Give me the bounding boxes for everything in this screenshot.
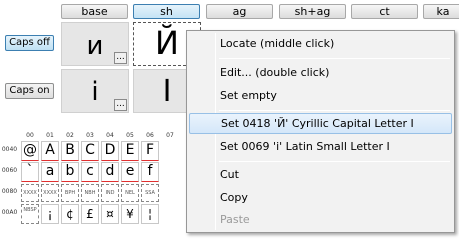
grid-cell[interactable]: C: [81, 141, 99, 161]
grid-cell[interactable]: b: [61, 162, 79, 182]
grid-cell[interactable]: BPH: [61, 184, 79, 202]
grid-col-header: 01: [46, 132, 54, 139]
grid-cell[interactable]: f: [141, 162, 159, 182]
menu-item-edit[interactable]: Edit... (double click): [189, 63, 452, 84]
caps-off-button[interactable]: Caps off: [5, 35, 54, 51]
grid-cell[interactable]: @: [21, 141, 39, 161]
grid-cell[interactable]: NBH: [81, 184, 99, 202]
grid-cell[interactable]: ¡: [41, 204, 59, 224]
grid-cell[interactable]: B: [61, 141, 79, 161]
grid-col-header: 06: [146, 132, 154, 139]
grid-cell[interactable]: ¢: [61, 204, 79, 224]
grid-cell[interactable]: £: [81, 204, 99, 224]
grid-row-header: 0040: [1, 146, 18, 153]
grid-cell[interactable]: c: [81, 162, 99, 182]
grid-cell[interactable]: XXXX: [21, 184, 39, 202]
grid-cell[interactable]: a: [41, 162, 59, 182]
grid-cell[interactable]: NBSP: [21, 204, 39, 224]
context-menu: Locate (middle click) Edit... (double cl…: [186, 30, 455, 233]
grid-cell[interactable]: ¥: [121, 204, 139, 224]
menu-item-locate[interactable]: Locate (middle click): [189, 34, 452, 55]
tab-ag[interactable]: ag: [206, 4, 273, 19]
caps-on-button[interactable]: Caps on: [5, 83, 54, 99]
tab-ka[interactable]: ka: [423, 4, 459, 19]
grid-cell[interactable]: XXXX: [41, 184, 59, 202]
grid-cell[interactable]: E: [121, 141, 139, 161]
edit-dots-button[interactable]: ...: [114, 52, 127, 64]
grid-cell[interactable]: `: [21, 162, 39, 182]
menu-item-paste: Paste: [220, 213, 250, 226]
menu-item-cut[interactable]: Cut: [189, 165, 452, 186]
grid-col-header: 07: [166, 132, 174, 139]
menu-separator: [219, 110, 450, 111]
grid-row-header: 0060: [1, 167, 18, 174]
tab-sh-ag[interactable]: sh+ag: [279, 4, 346, 19]
menu-item-copy[interactable]: Copy: [189, 188, 452, 209]
menu-item-set-0069[interactable]: Set 0069 'i' Latin Small Letter I: [189, 137, 452, 158]
edit-dots-button[interactable]: ...: [114, 99, 127, 111]
grid-cell[interactable]: A: [41, 141, 59, 161]
grid-cell[interactable]: SSA: [141, 184, 159, 202]
grid-cell[interactable]: NEL: [121, 184, 139, 202]
grid-cell[interactable]: ¤: [101, 204, 119, 224]
menu-item-set-0418[interactable]: Set 0418 'Й' Cyrillic Capital Letter I: [189, 113, 452, 134]
menu-separator: [219, 58, 450, 59]
grid-row-header: 00A0: [1, 209, 18, 216]
menu-item-set-empty[interactable]: Set empty: [189, 86, 452, 107]
tab-ct[interactable]: ct: [351, 4, 418, 19]
grid-cell[interactable]: D: [101, 141, 119, 161]
grid-col-header: 03: [86, 132, 94, 139]
tab-sh[interactable]: sh: [133, 4, 200, 19]
tab-base[interactable]: base: [61, 4, 128, 19]
grid-cell[interactable]: IND: [101, 184, 119, 202]
grid-cell[interactable]: ¦: [141, 204, 159, 224]
grid-cell[interactable]: F: [141, 141, 159, 161]
grid-col-header: 05: [126, 132, 134, 139]
grid-col-header: 00: [26, 132, 34, 139]
grid-cell[interactable]: d: [101, 162, 119, 182]
grid-cell[interactable]: e: [121, 162, 139, 182]
grid-col-header: 04: [106, 132, 114, 139]
menu-separator: [219, 161, 450, 162]
grid-row-header: 0080: [1, 188, 18, 195]
grid-col-header: 02: [66, 132, 74, 139]
